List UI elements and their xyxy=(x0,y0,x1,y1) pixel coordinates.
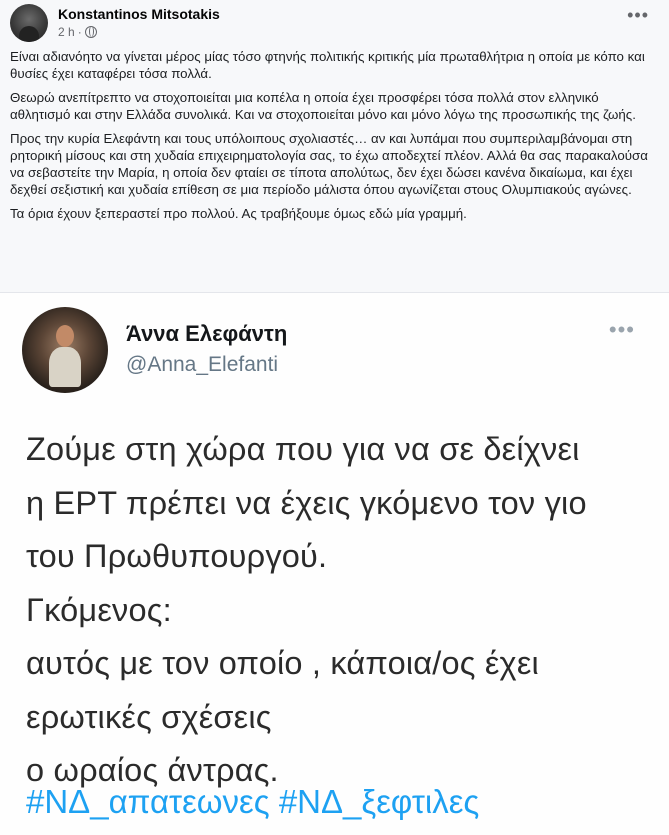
tweet-line: του Πρωθυπουργού. xyxy=(26,538,328,574)
facebook-post: Konstantinos Mitsotakis 2 h · ••• Είναι α… xyxy=(0,0,669,835)
tweet-line: ερωτικές σχέσεις xyxy=(26,698,272,735)
post-paragraph: Είναι αδιανόητο να γίνεται μέρος μίας τό… xyxy=(10,49,645,81)
embedded-tweet-image[interactable]: Άννα Ελεφάντη @Anna_Elefanti ••• Ζούμε σ… xyxy=(0,292,669,835)
globe-icon[interactable] xyxy=(84,26,97,38)
tweet-text: Ζούμε στη χώρα που για να σε δείχνει η Ε… xyxy=(26,423,656,798)
post-timestamp[interactable]: 2 h xyxy=(58,25,75,39)
post-meta: 2 h · xyxy=(58,25,97,39)
tweet-author-avatar xyxy=(22,307,108,393)
author-name[interactable]: Konstantinos Mitsotakis xyxy=(58,6,220,22)
tweet-author-handle: @Anna_Elefanti xyxy=(126,353,279,376)
post-paragraph: Θεωρώ ανεπίτρεπτο να στοχοποιείται μια κ… xyxy=(10,90,636,122)
post-text: Είναι αδιανόητο να γίνεται μέρος μίας τό… xyxy=(10,48,650,229)
post-paragraph: Προς την κυρία Ελεφάντη και τους υπόλοιπ… xyxy=(10,131,648,197)
tweet-more-icon: ••• xyxy=(608,317,635,342)
more-options-icon[interactable]: ••• xyxy=(627,6,649,24)
post-paragraph: Τα όρια έχουν ξεπεραστεί προ πολλού. Ας … xyxy=(10,206,467,221)
tweet-line: Γκόμενος: xyxy=(26,591,172,628)
meta-separator: · xyxy=(77,25,82,39)
tweet-line: αυτός με τον οποίο , κάποια/ος έχει xyxy=(26,645,539,681)
author-avatar[interactable] xyxy=(10,4,48,42)
tweet-hashtags: #ΝΔ_απατεωνες #ΝΔ_ξεφτιλες xyxy=(26,783,480,820)
tweet-line: η ΕΡΤ πρέπει να έχεις γκόμενο τον γιο xyxy=(26,484,587,521)
tweet-line: Ζούμε στη χώρα που για να σε δείχνει xyxy=(26,431,580,467)
tweet-author-name: Άννα Ελεφάντη xyxy=(126,321,288,346)
post-header: Konstantinos Mitsotakis 2 h · ••• xyxy=(10,4,659,44)
